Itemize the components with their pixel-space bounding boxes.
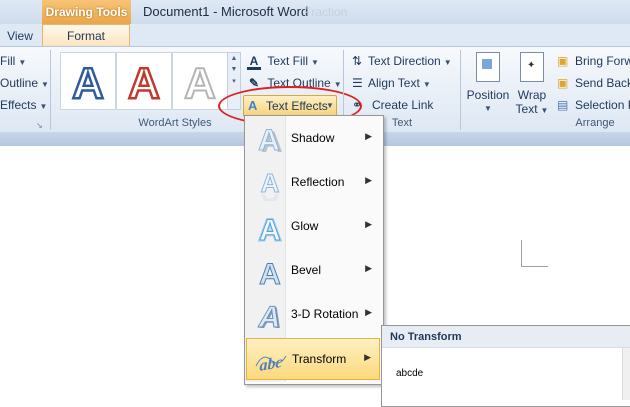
menu-item-label: Glow: [291, 219, 319, 233]
more-icon: ▾: [232, 78, 236, 85]
wrap-text-icon: ✦: [520, 52, 544, 82]
scroll-down-icon: ▼: [230, 66, 238, 73]
shape-outline-button[interactable]: Outline ▼: [0, 74, 49, 92]
reflection-a-icon: A A: [260, 168, 280, 202]
menu-item-reflection[interactable]: A A Reflection ▶: [246, 162, 380, 204]
menu-item-transform[interactable]: abc Transform ▶: [246, 338, 380, 380]
gallery-more-button[interactable]: ▲ ▼ ▾: [227, 52, 241, 110]
chevron-down-icon: ▼: [326, 101, 334, 110]
send-backward-icon: ▣: [557, 76, 569, 90]
wrap-text-label-line1: Wrap: [517, 88, 547, 102]
wordart-style-gray-outline[interactable]: A: [172, 52, 228, 110]
no-transform-option[interactable]: abcde: [396, 368, 423, 379]
submenu-arrow-icon: ▶: [365, 263, 372, 273]
group-separator: [50, 50, 51, 130]
svg-text:A: A: [128, 59, 160, 108]
tab-view[interactable]: View: [0, 26, 40, 46]
group-separator: [460, 50, 461, 130]
position-page-icon: [476, 52, 500, 82]
bevel-a-icon: A: [259, 258, 282, 290]
chevron-down-icon: ▼: [18, 58, 27, 67]
text-fill-icon: A: [247, 55, 261, 70]
create-link-button[interactable]: ⚭ Create Link: [352, 96, 433, 114]
wordart-styles-group-label: WordArt Styles: [138, 117, 212, 129]
submenu-arrow-icon: ▶: [365, 307, 372, 317]
3d-rotation-a-icon: A A: [255, 301, 286, 333]
drawing-tools-contextual-header: Drawing Tools: [42, 0, 131, 24]
position-label: Position: [466, 88, 510, 102]
submenu-scrollbar[interactable]: [622, 348, 630, 400]
submenu-arrow-icon: ▶: [365, 175, 372, 185]
link-chain-icon: ⚭: [352, 98, 363, 112]
submenu-arrow-icon: ▶: [364, 352, 371, 362]
submenu-header-no-transform: No Transform: [382, 326, 630, 348]
faint-title-text: Fraction: [304, 5, 348, 19]
text-direction-button[interactable]: ⇅ Text Direction ▼: [352, 52, 452, 70]
shape-fill-button[interactable]: Fill ▼: [0, 52, 26, 70]
page-margin-corner: [521, 240, 548, 267]
send-backward-button[interactable]: ▣ Send Back: [557, 74, 630, 92]
glow-a-icon: A A: [258, 213, 283, 246]
menu-item-label: Bevel: [291, 263, 322, 277]
chevron-down-icon: ▼: [41, 80, 49, 89]
wrap-text-button[interactable]: ✦ Wrap Text ▼: [513, 52, 551, 116]
dialog-launcher-icon[interactable]: ↘: [36, 121, 44, 130]
menu-item-label: 3-D Rotation: [291, 307, 359, 321]
chevron-down-icon: ▼: [484, 104, 492, 113]
tab-format[interactable]: Format: [42, 24, 130, 47]
chevron-down-icon: ▼: [422, 80, 431, 89]
svg-text:abc: abc: [259, 354, 282, 375]
chevron-down-icon: ▼: [333, 80, 342, 89]
chevron-down-icon: ▼: [39, 102, 48, 111]
svg-text:A: A: [184, 59, 216, 108]
menu-item-label: Shadow: [291, 131, 335, 145]
position-box-icon: [482, 59, 492, 69]
arrange-group-label: Arrange: [575, 117, 615, 129]
text-outline-pen-icon: ✎: [248, 76, 260, 90]
menu-item-3d-rotation[interactable]: A A 3-D Rotation ▶: [246, 294, 380, 336]
svg-text:A: A: [72, 59, 104, 108]
shadow-a-icon: A A: [258, 124, 283, 158]
svg-text:A: A: [259, 214, 281, 245]
bring-forward-icon: ▣: [557, 54, 569, 68]
wordart-a-red-icon: A: [127, 58, 161, 109]
transform-abc-icon: abc: [255, 354, 287, 375]
menu-item-bevel[interactable]: A Bevel ▶: [246, 250, 380, 292]
wordart-a-gray-icon: A: [183, 58, 217, 109]
text-outline-button[interactable]: ✎ Text Outline ▼: [247, 74, 342, 92]
menu-item-shadow[interactable]: A A Shadow ▶: [246, 118, 380, 160]
svg-text:A: A: [258, 124, 280, 157]
svg-text:A: A: [261, 188, 280, 201]
chevron-down-icon: ▼: [443, 58, 452, 67]
bring-forward-button[interactable]: ▣ Bring Forw: [557, 52, 630, 70]
text-fill-button[interactable]: A Text Fill ▼: [247, 52, 319, 70]
menu-item-glow[interactable]: A A Glow ▶: [246, 206, 380, 248]
wrap-text-label-line2: Text ▼: [515, 102, 549, 116]
align-text-button[interactable]: ☰ Align Text ▼: [352, 74, 431, 92]
position-button[interactable]: Position ▼: [466, 52, 510, 116]
window-title: Document1 - Microsoft Word: [143, 4, 309, 19]
selection-pane-icon: ▤: [557, 98, 569, 112]
submenu-arrow-icon: ▶: [365, 219, 372, 229]
chevron-down-icon: ▼: [540, 106, 549, 115]
text-effects-button[interactable]: A Text Effects ▼: [243, 95, 337, 117]
menu-item-label: Reflection: [291, 175, 345, 189]
wordart-style-red-outline[interactable]: A: [116, 52, 172, 110]
menu-item-label: Transform: [292, 352, 347, 366]
wrap-dog-icon: ✦: [527, 60, 536, 71]
svg-text:A: A: [259, 258, 281, 289]
submenu-arrow-icon: ▶: [365, 131, 372, 141]
shape-effects-button[interactable]: Effects ▼: [0, 96, 47, 114]
wordart-style-blue-outline[interactable]: A: [60, 52, 116, 110]
selection-pane-button[interactable]: ▤ Selection P: [557, 96, 630, 114]
text-direction-icon: ⇅: [352, 54, 363, 68]
text-effects-a-icon: A: [248, 98, 258, 113]
align-text-icon: ☰: [352, 76, 363, 90]
wordart-a-blue-icon: A: [71, 58, 105, 109]
scroll-up-icon: ▲: [230, 55, 238, 62]
chevron-down-icon: ▼: [311, 58, 319, 67]
